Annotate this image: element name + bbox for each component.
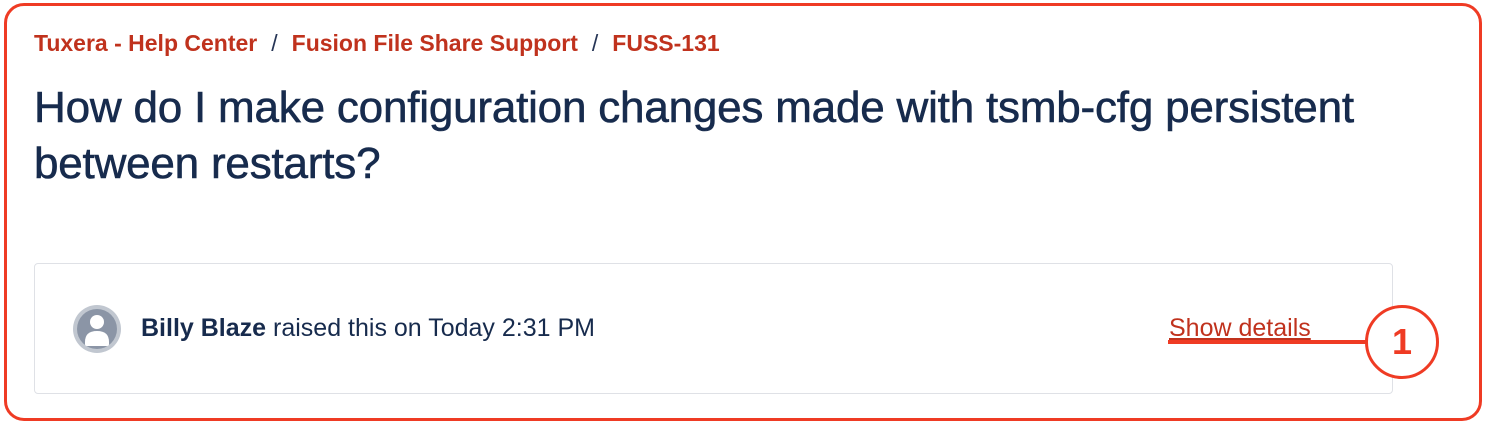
raised-by-text: Billy Blaze raised this on Today 2:31 PM xyxy=(141,314,595,343)
show-details-link[interactable]: Show details xyxy=(1169,314,1311,343)
breadcrumb: Tuxera - Help Center / Fusion File Share S… xyxy=(34,30,720,57)
reporter-name: Billy Blaze xyxy=(141,314,267,342)
annotation-marker: 1 xyxy=(1365,305,1439,379)
request-details-card: Billy Blaze raised this on Today 2:31 PM… xyxy=(34,263,1393,394)
breadcrumb-project[interactable]: Fusion File Share Support xyxy=(292,30,578,56)
annotation-pointer-line xyxy=(1168,340,1368,344)
breadcrumb-help-center[interactable]: Tuxera - Help Center xyxy=(34,30,257,56)
user-avatar-icon xyxy=(72,304,122,354)
breadcrumb-separator: / xyxy=(271,30,278,56)
breadcrumb-separator: / xyxy=(591,30,599,56)
breadcrumb-issue-key[interactable]: FUSS-131 xyxy=(612,30,719,56)
page-title: How do I make configuration changes made… xyxy=(34,83,1355,189)
raised-timestamp: raised this on Today 2:31 PM xyxy=(273,314,595,342)
